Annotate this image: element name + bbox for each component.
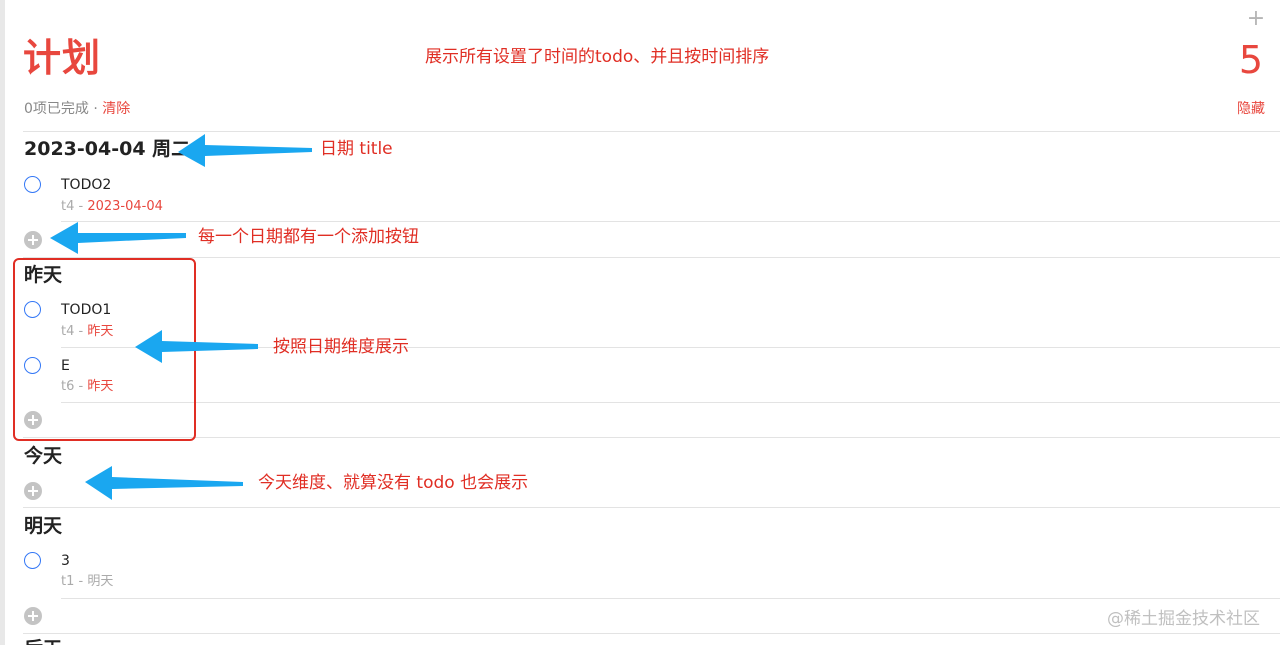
annotation-arrows: [50, 134, 312, 500]
planned-view: + 计划 5 展示所有设置了时间的todo、并且按时间排序 0项已完成 · 清除…: [0, 0, 1280, 645]
annotation-arrow: [135, 330, 258, 363]
annotation-arrow: [178, 134, 312, 167]
annotation-arrow: [50, 222, 186, 254]
annotation-add-button: 每一个日期都有一个添加按钮: [198, 227, 419, 247]
annotation-date-title: 日期 title: [320, 139, 393, 159]
watermark: @稀土掘金技术社区: [1107, 609, 1260, 629]
annotation-by-date: 按照日期维度展示: [273, 337, 409, 357]
annotation-arrow: [85, 466, 243, 500]
annotation-today: 今天维度、就算没有 todo 也会展示: [258, 473, 529, 493]
